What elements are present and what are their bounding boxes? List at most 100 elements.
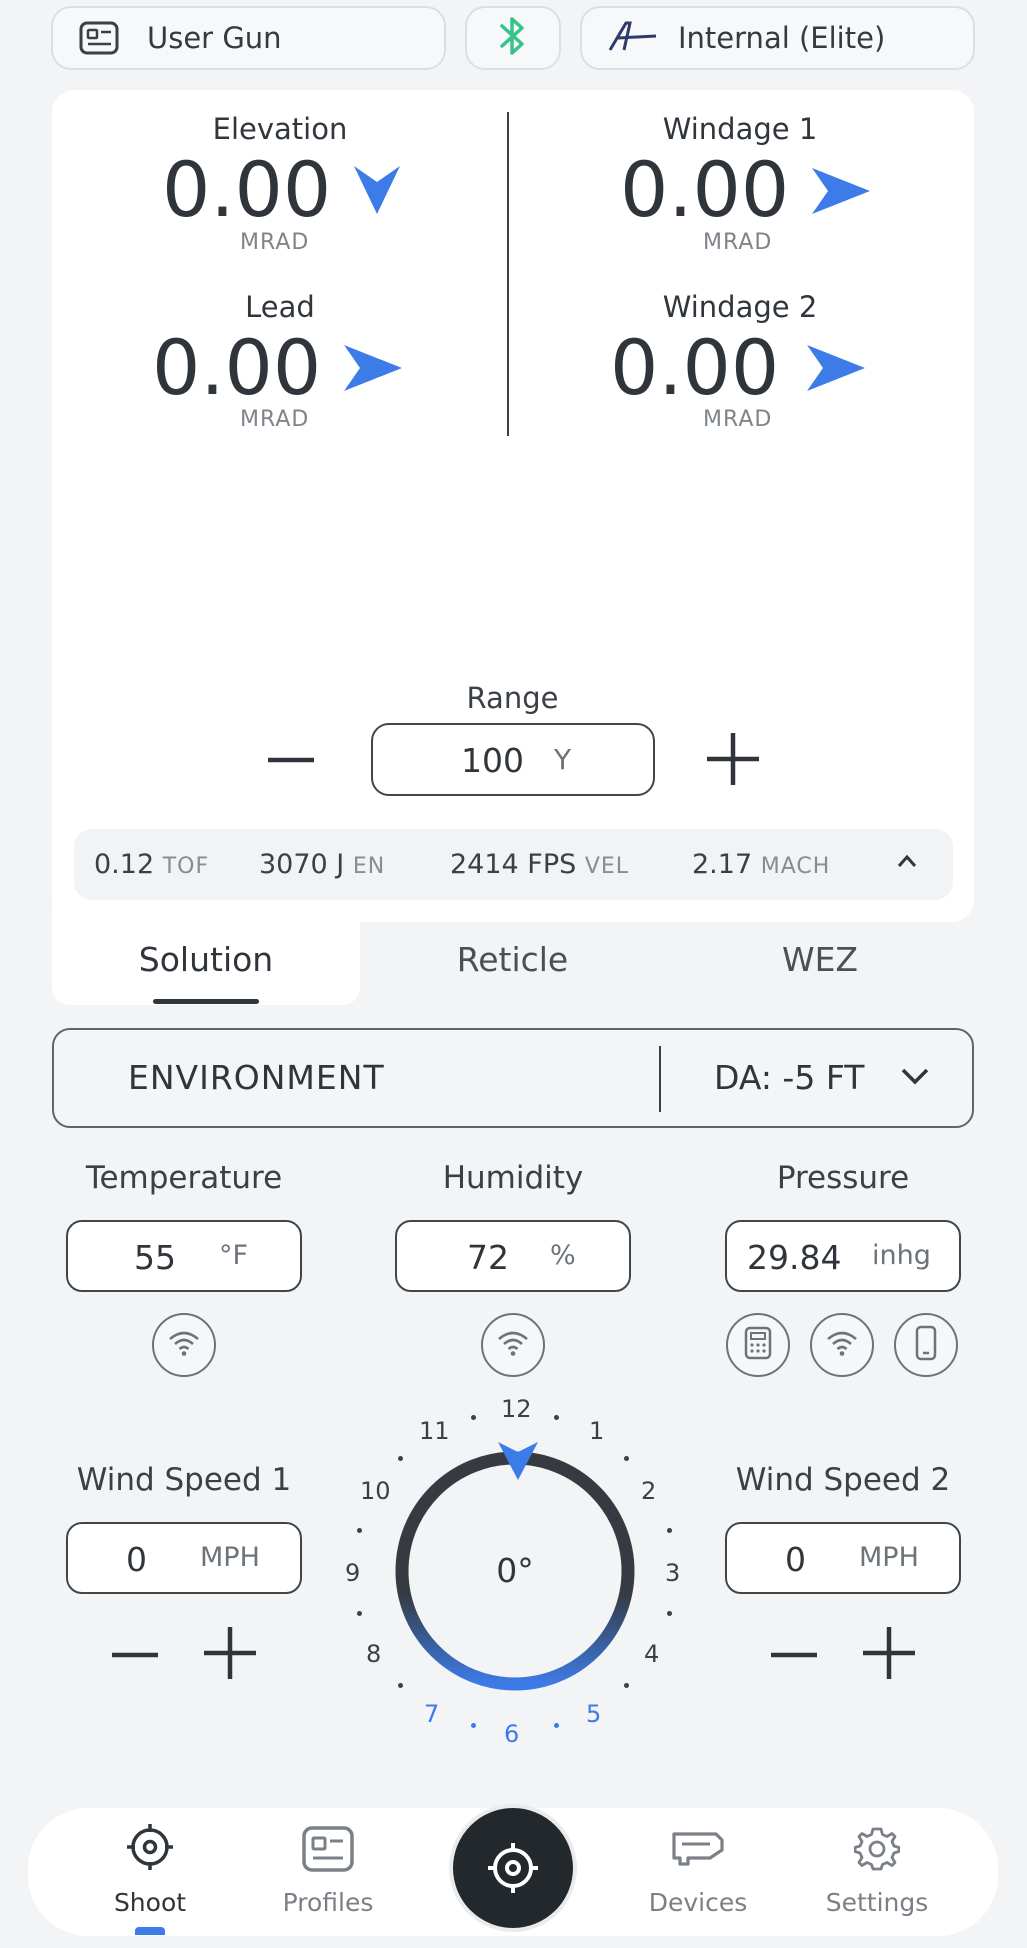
- wifi-icon: [167, 1329, 201, 1361]
- nav-center-button[interactable]: [449, 1804, 577, 1932]
- wind-speed1-field[interactable]: 0 MPH: [66, 1522, 302, 1594]
- stat-velocity: 2414 FPS VEL: [450, 849, 630, 880]
- humidity-field[interactable]: 72 %: [395, 1220, 631, 1292]
- humidity-value: 72: [467, 1238, 509, 1277]
- bluetooth-button[interactable]: [465, 6, 561, 70]
- device-name: Internal (Elite): [678, 21, 886, 55]
- clock-dot: [398, 1456, 403, 1461]
- tab-solution[interactable]: Solution: [100, 940, 312, 979]
- wind-speed2-label: Wind Speed 2: [735, 1462, 951, 1498]
- clock-10: 10: [360, 1477, 391, 1505]
- clock-11: 11: [419, 1417, 450, 1445]
- profile-selector[interactable]: User Gun: [51, 6, 446, 70]
- clock-dot: [667, 1528, 672, 1533]
- tab-solution-underline: [153, 999, 259, 1004]
- clock-dot: [624, 1456, 629, 1461]
- nav-settings-label: Settings: [825, 1888, 929, 1917]
- nav-profiles[interactable]: Profiles: [268, 1822, 388, 1932]
- clock-dot: [624, 1683, 629, 1688]
- clock-dot: [667, 1611, 672, 1616]
- nav-devices-label: Devices: [648, 1888, 748, 1917]
- elevation-label: Elevation: [212, 112, 348, 146]
- elevation-value: 0.00: [162, 145, 332, 234]
- clock-dot: [471, 1723, 476, 1728]
- nav-shoot-label: Shoot: [113, 1888, 187, 1917]
- windage2-value: 0.00: [610, 323, 780, 412]
- humidity-wifi-button[interactable]: [481, 1313, 545, 1377]
- wind-speed2-unit: MPH: [859, 1542, 919, 1573]
- pressure-phone-button[interactable]: [894, 1313, 958, 1377]
- clock-6: 6: [504, 1720, 520, 1748]
- clock-dot: [357, 1611, 362, 1616]
- pressure-field[interactable]: 29.84 inhg: [725, 1220, 961, 1292]
- clock-dot: [554, 1415, 559, 1420]
- range-increment-button[interactable]: [705, 731, 761, 787]
- range-value: 100: [461, 741, 524, 780]
- wind-speed1-value: 0: [126, 1540, 147, 1579]
- lead-value: 0.00: [152, 323, 322, 412]
- tab-reticle[interactable]: Reticle: [400, 940, 625, 979]
- device-selector[interactable]: Internal (Elite): [580, 6, 975, 70]
- solution-divider: [507, 112, 509, 436]
- profile-card-icon: [302, 1826, 354, 1876]
- clock-9: 9: [345, 1559, 361, 1587]
- pressure-wifi-button[interactable]: [810, 1313, 874, 1377]
- pressure-label: Pressure: [776, 1160, 910, 1196]
- nav-profiles-label: Profiles: [282, 1888, 374, 1917]
- stat-energy: 3070 J EN: [259, 849, 386, 880]
- chevron-down-icon: [900, 1066, 930, 1090]
- wifi-icon: [825, 1329, 859, 1361]
- device-icon: [670, 1828, 726, 1872]
- wind-speed2-field[interactable]: 0 MPH: [725, 1522, 961, 1594]
- windage2-label: Windage 2: [662, 290, 818, 324]
- gear-icon: [853, 1826, 901, 1876]
- clock-dot: [357, 1528, 362, 1533]
- clock-2: 2: [641, 1477, 657, 1505]
- density-altitude: DA: -5 FT: [714, 1058, 865, 1097]
- wind-speed1-unit: MPH: [200, 1542, 260, 1573]
- nav-devices[interactable]: Devices: [638, 1822, 758, 1932]
- crosshair-icon: [125, 1822, 175, 1876]
- windage1-right-arrow-icon: [810, 166, 872, 220]
- wind-direction-marker-icon[interactable]: [496, 1438, 540, 1486]
- wind-speed2-increment-button[interactable]: [861, 1625, 917, 1681]
- environment-title: ENVIRONMENT: [128, 1058, 385, 1097]
- humidity-unit: %: [550, 1240, 576, 1271]
- wind-speed1-decrement-button[interactable]: [110, 1630, 160, 1680]
- lead-right-arrow-icon: [342, 343, 404, 397]
- lead-unit: MRAD: [240, 407, 310, 432]
- environment-header[interactable]: ENVIRONMENT DA: -5 FT: [52, 1028, 974, 1128]
- pressure-unit: inhg: [872, 1240, 931, 1271]
- environment-divider: [659, 1046, 661, 1112]
- clock-dot: [554, 1723, 559, 1728]
- phone-icon: [915, 1325, 937, 1365]
- chevron-up-icon[interactable]: [896, 853, 918, 873]
- range-decrement-button[interactable]: [265, 734, 317, 786]
- nav-settings[interactable]: Settings: [817, 1822, 937, 1932]
- clock-1: 1: [589, 1417, 605, 1445]
- stat-tof: 0.12 TOF: [94, 849, 210, 880]
- ballistic-stats-bar[interactable]: 0.12 TOF 3070 J EN 2414 FPS VEL 2.17 MAC…: [74, 829, 953, 900]
- clock-5: 5: [586, 1700, 602, 1728]
- windage1-readout: Windage 1: [600, 112, 880, 146]
- range-input[interactable]: 100 Y: [371, 723, 655, 796]
- elevation-readout: Elevation: [140, 112, 420, 146]
- wind-speed1-increment-button[interactable]: [202, 1625, 258, 1681]
- temperature-value: 55: [134, 1238, 176, 1277]
- profile-card-icon: [79, 21, 119, 55]
- pressure-calculator-button[interactable]: [726, 1313, 790, 1377]
- bluetooth-icon: [498, 15, 528, 61]
- tab-wez[interactable]: WEZ: [710, 940, 930, 979]
- clock-12: 12: [501, 1395, 532, 1423]
- nav-shoot[interactable]: Shoot: [92, 1822, 208, 1938]
- temperature-wifi-button[interactable]: [152, 1313, 216, 1377]
- lead-readout: Lead: [140, 290, 420, 324]
- windage2-unit: MRAD: [703, 407, 773, 432]
- active-indicator: [135, 1927, 165, 1935]
- elevation-down-arrow-icon: [352, 164, 402, 220]
- range-label: Range: [466, 681, 559, 715]
- wind-speed2-decrement-button[interactable]: [769, 1630, 819, 1680]
- clock-8: 8: [366, 1640, 382, 1668]
- temperature-field[interactable]: 55 °F: [66, 1220, 302, 1292]
- clock-7: 7: [424, 1700, 440, 1728]
